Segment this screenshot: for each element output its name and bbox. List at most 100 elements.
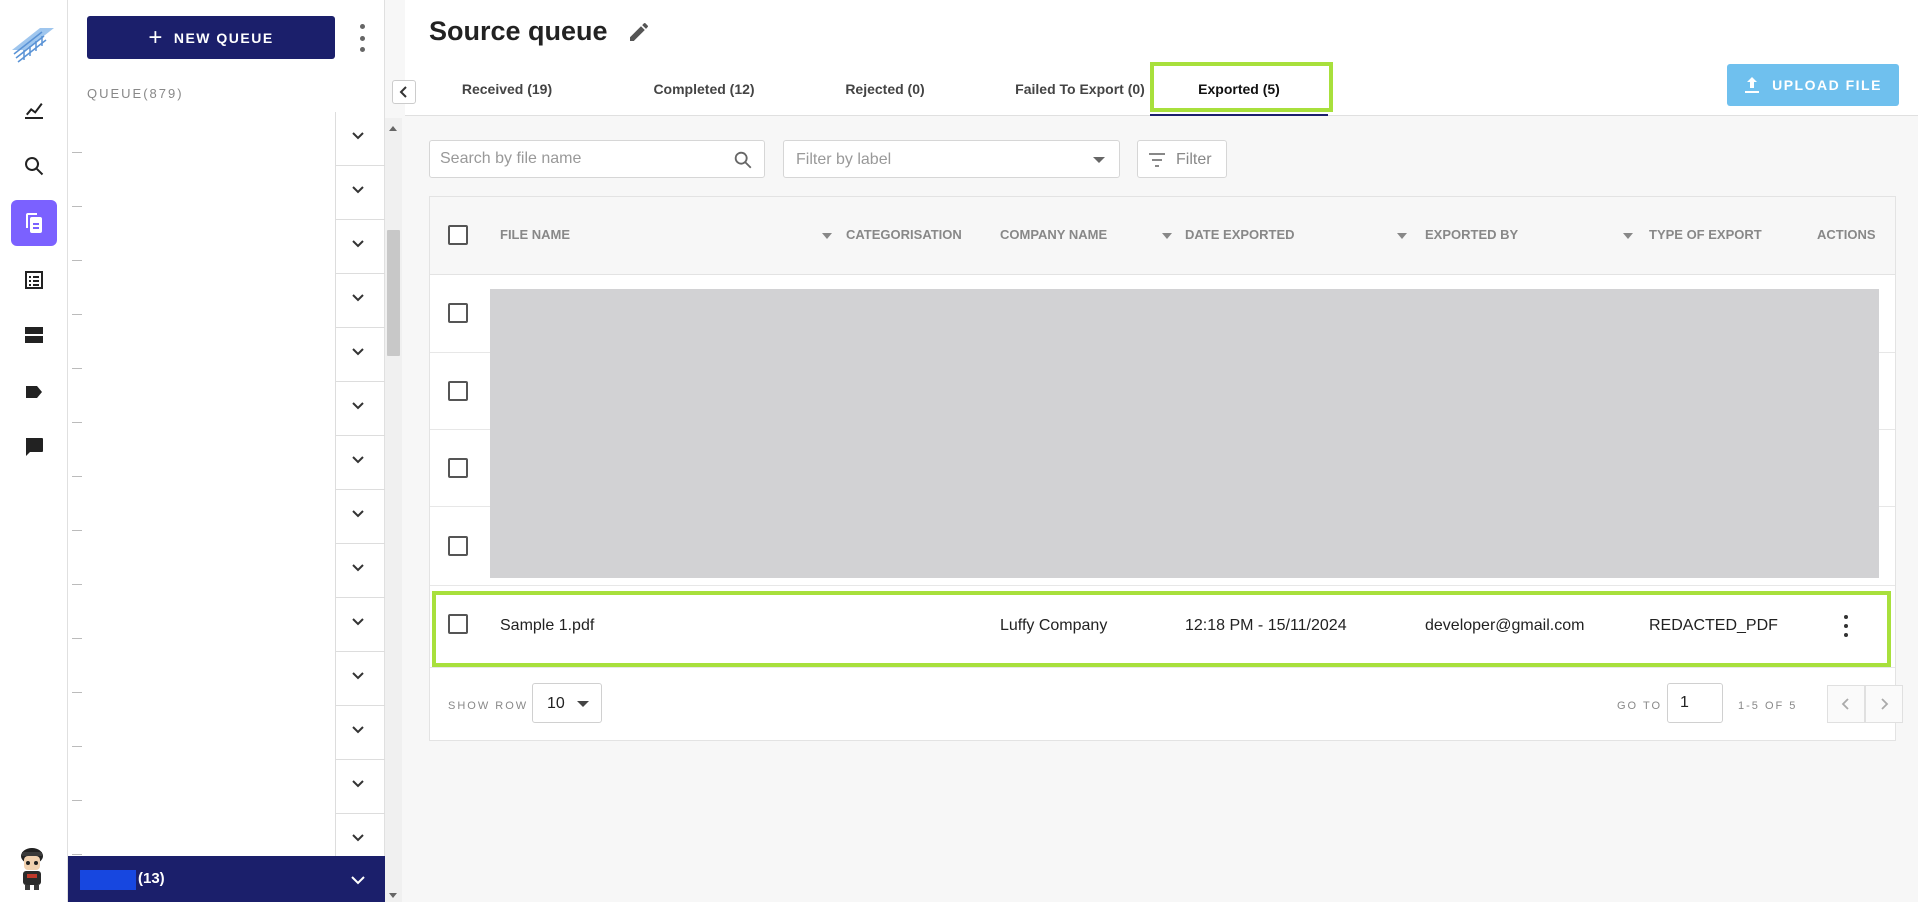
column-actions: ACTIONS: [1817, 227, 1876, 242]
sort-file-name-icon[interactable]: [822, 233, 832, 239]
label-filter-select[interactable]: Filter by label: [783, 140, 1120, 178]
page-range: 1-5 OF 5: [1738, 700, 1798, 712]
plus-icon: +: [148, 23, 164, 51]
row-checkbox[interactable]: [448, 614, 468, 634]
divider: [335, 382, 336, 436]
queue-list-item[interactable]: [68, 598, 386, 652]
row-checkbox[interactable]: [448, 536, 468, 556]
queue-list-item[interactable]: [68, 220, 386, 274]
scroll-thumb[interactable]: [387, 230, 400, 356]
new-queue-button[interactable]: + NEW QUEUE: [87, 16, 335, 59]
tab-completed[interactable]: Completed (12): [625, 72, 783, 106]
chevron-down-icon[interactable]: [348, 182, 368, 198]
chevron-down-icon[interactable]: [348, 872, 368, 888]
chevron-down-icon[interactable]: [348, 452, 368, 468]
column-categorisation[interactable]: CATEGORISATION: [846, 227, 962, 242]
column-date-exported[interactable]: DATE EXPORTED: [1185, 227, 1295, 242]
goto-page-input[interactable]: [1667, 683, 1723, 723]
column-file-name[interactable]: FILE NAME: [500, 227, 570, 242]
dropdown-caret-icon: [1093, 157, 1105, 163]
chevron-down-icon[interactable]: [348, 614, 368, 630]
edit-icon[interactable]: [627, 20, 651, 44]
row-checkbox[interactable]: [448, 458, 468, 478]
scroll-down-icon[interactable]: [389, 893, 397, 898]
search-icon[interactable]: [11, 143, 57, 189]
scroll-up-icon[interactable]: [389, 126, 397, 131]
chevron-down-icon[interactable]: [348, 506, 368, 522]
chevron-down-icon[interactable]: [348, 128, 368, 144]
divider: [335, 220, 336, 274]
filter-button[interactable]: Filter: [1137, 140, 1227, 178]
label-icon[interactable]: [11, 369, 57, 415]
storage-icon[interactable]: [11, 312, 57, 358]
queue-list-item[interactable]: [68, 112, 386, 166]
row-checkbox[interactable]: [448, 303, 468, 323]
avatar[interactable]: [16, 844, 48, 890]
chat-icon[interactable]: [11, 424, 57, 470]
column-exported-by[interactable]: EXPORTED BY: [1425, 227, 1518, 242]
cell-date-exported: 12:18 PM - 15/11/2024: [1185, 617, 1347, 634]
queue-list-item[interactable]: [68, 436, 386, 490]
tree-line: [72, 800, 82, 801]
chevron-down-icon[interactable]: [348, 560, 368, 576]
divider: [335, 328, 336, 382]
chevron-down-icon[interactable]: [348, 344, 368, 360]
upload-icon: [1745, 77, 1760, 93]
divider: [335, 598, 336, 652]
queue-footer-item[interactable]: (13): [68, 856, 385, 902]
queue-list-item[interactable]: [68, 544, 386, 598]
queue-list-item[interactable]: [68, 166, 386, 220]
chevron-down-icon[interactable]: [348, 830, 368, 846]
select-all-checkbox[interactable]: [448, 225, 468, 245]
chevron-down-icon[interactable]: [348, 776, 368, 792]
queue-list-item[interactable]: [68, 652, 386, 706]
chevron-down-icon[interactable]: [348, 398, 368, 414]
tree-line: [72, 206, 82, 207]
queue-list-item[interactable]: [68, 490, 386, 544]
logo-icon[interactable]: [10, 20, 56, 64]
sort-date-exported-icon[interactable]: [1397, 233, 1407, 239]
queue-panel: + NEW QUEUE QUEUE(879) (13): [68, 0, 402, 902]
chevron-down-icon[interactable]: [348, 236, 368, 252]
new-queue-label: NEW QUEUE: [173, 29, 274, 46]
row-checkbox[interactable]: [448, 381, 468, 401]
queue-list-item[interactable]: [68, 274, 386, 328]
chevron-down-icon[interactable]: [348, 290, 368, 306]
divider: [335, 706, 336, 760]
chevron-down-icon[interactable]: [348, 722, 368, 738]
upload-file-button[interactable]: UPLOAD FILE: [1727, 64, 1899, 106]
queue-menu-icon[interactable]: [355, 24, 369, 52]
search-input[interactable]: [440, 141, 730, 177]
collapse-panel-button[interactable]: [392, 80, 416, 104]
queue-list-item[interactable]: [68, 760, 386, 814]
tab-exported[interactable]: Exported (5): [1155, 72, 1323, 106]
column-type-of-export[interactable]: TYPE OF EXPORT: [1649, 227, 1762, 242]
sort-exported-by-icon[interactable]: [1623, 233, 1633, 239]
chevron-down-icon[interactable]: [348, 668, 368, 684]
prev-page-button[interactable]: [1827, 685, 1865, 723]
tab-failed-to-export[interactable]: Failed To Export (0): [985, 72, 1175, 106]
row-actions-icon[interactable]: [1841, 615, 1851, 637]
documents-icon[interactable]: [11, 200, 57, 246]
sort-company-name-icon[interactable]: [1162, 233, 1172, 239]
tab-received[interactable]: Received (19): [438, 72, 576, 106]
next-page-button[interactable]: [1865, 685, 1903, 723]
tree-line: [72, 152, 82, 153]
tab-rejected[interactable]: Rejected (0): [815, 72, 955, 106]
queue-list-item[interactable]: [68, 382, 386, 436]
queue-list-item[interactable]: [68, 706, 386, 760]
queue-scrollbar[interactable]: [385, 118, 402, 902]
analytics-icon[interactable]: [11, 86, 57, 132]
column-company-name[interactable]: COMPANY NAME: [1000, 227, 1107, 242]
cell-company-name: Luffy Company: [1000, 617, 1108, 634]
redacted-rows-block: [490, 289, 1879, 578]
goto-label: GO TO: [1617, 700, 1663, 712]
queue-list-item[interactable]: [68, 328, 386, 382]
tree-line: [72, 638, 82, 639]
rows-per-page-select[interactable]: 10: [532, 683, 602, 723]
search-icon[interactable]: [732, 149, 754, 171]
dropdown-caret-icon: [577, 701, 589, 707]
list-icon[interactable]: [11, 257, 57, 303]
filter-label: Filter: [1176, 151, 1212, 168]
cell-file-name[interactable]: Sample 1.pdf: [500, 617, 594, 635]
